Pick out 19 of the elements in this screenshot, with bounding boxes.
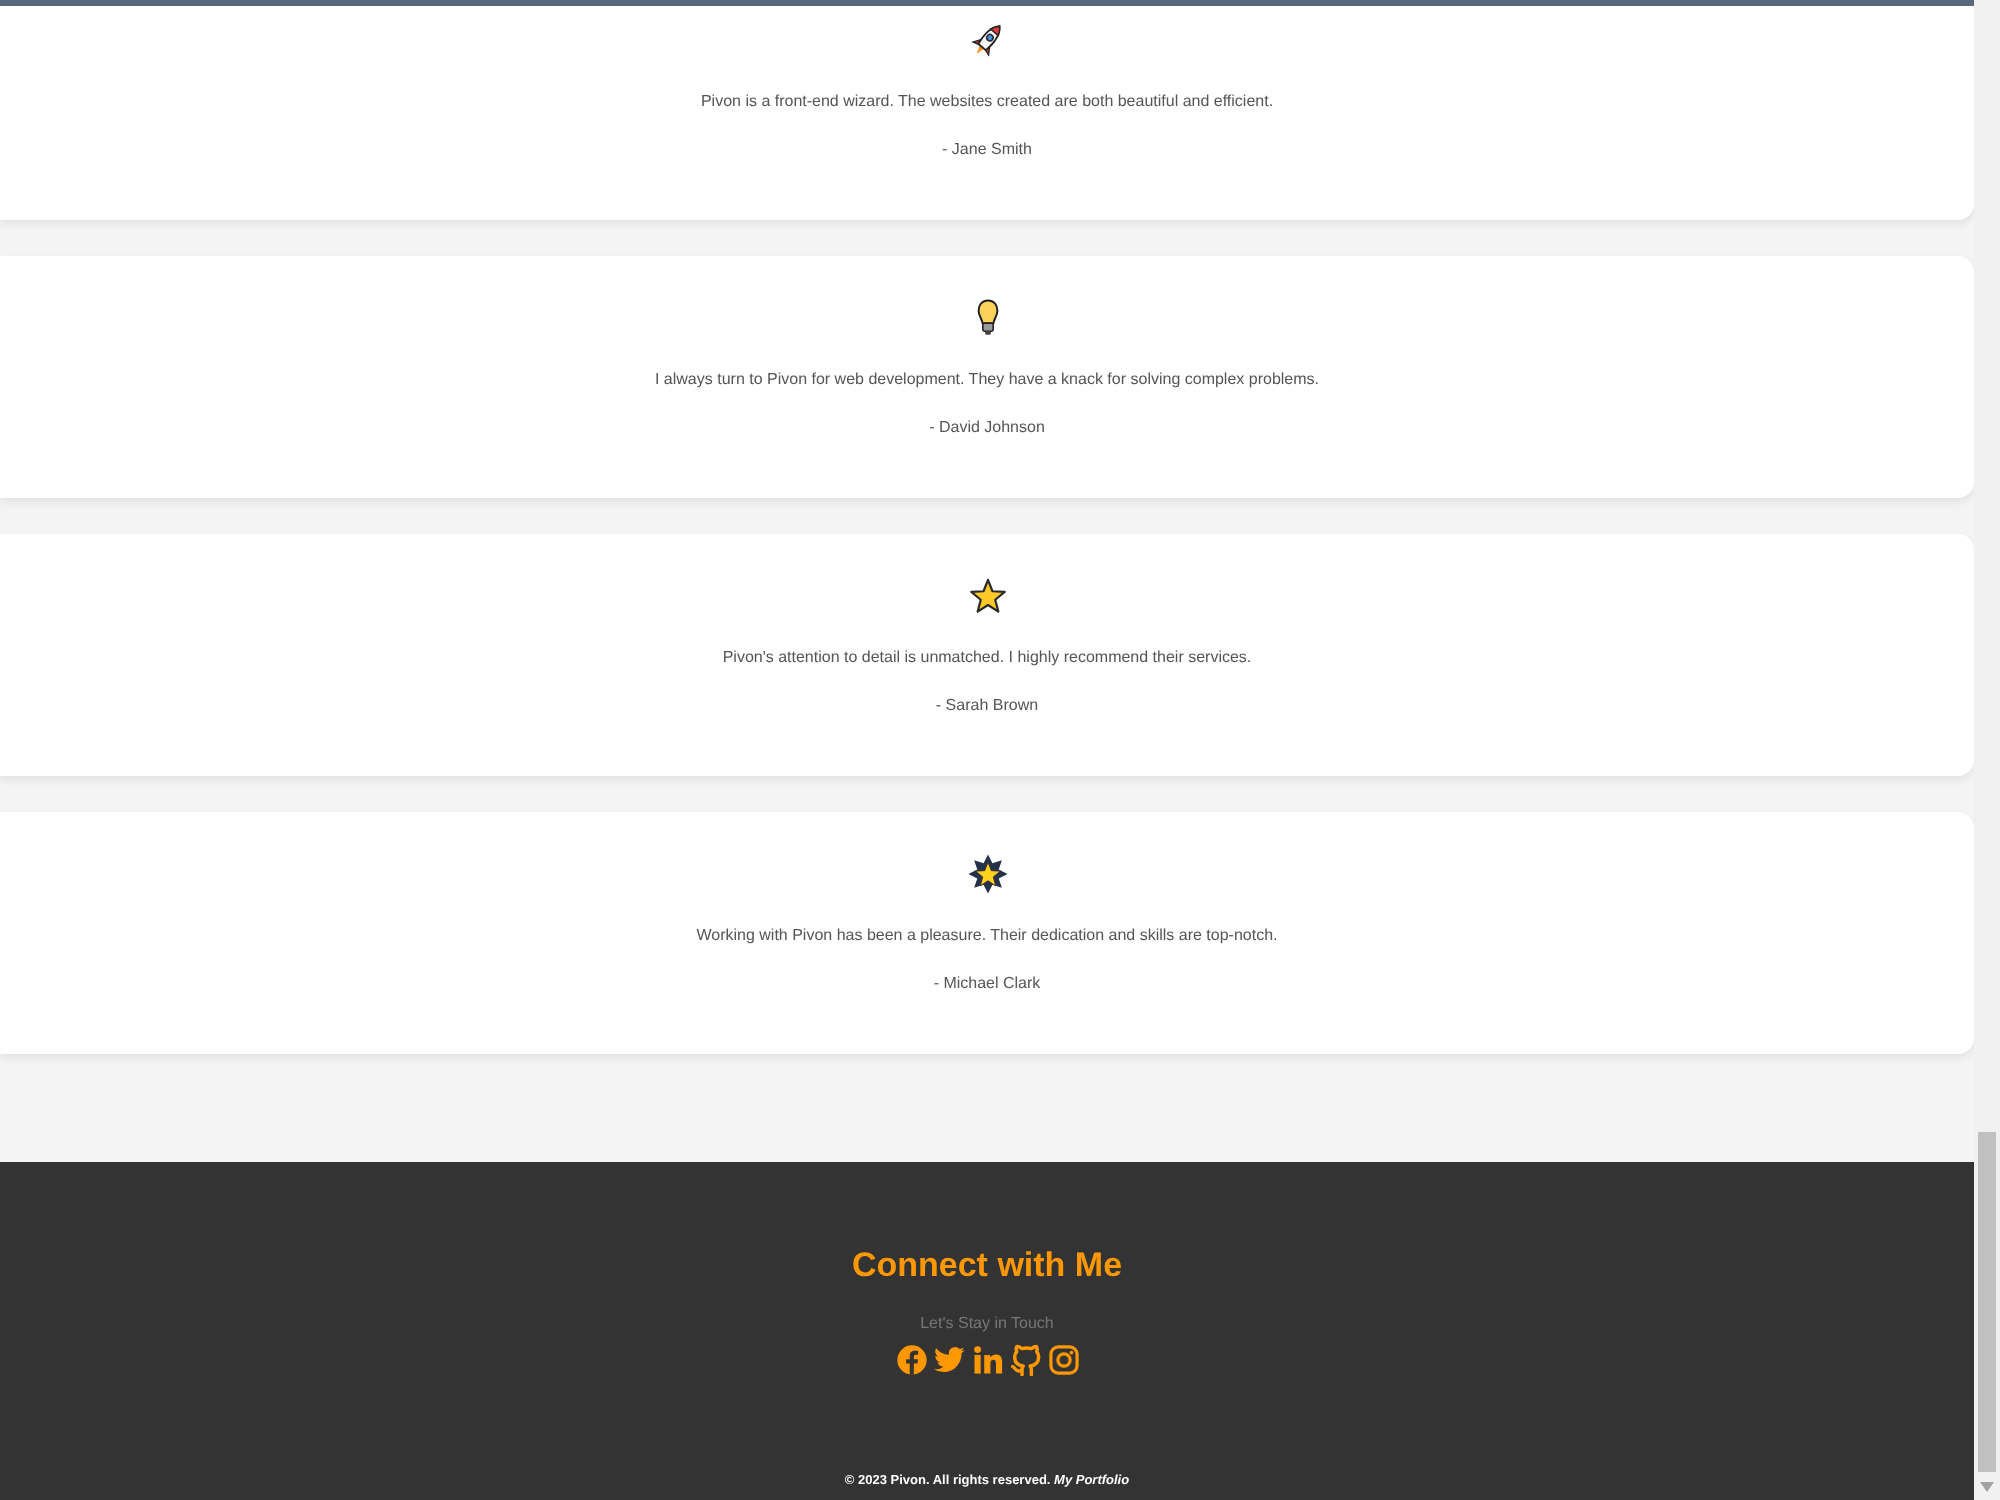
star-icon xyxy=(967,576,1007,616)
cat-icon[interactable] xyxy=(1009,1344,1041,1376)
starburst-icon xyxy=(967,854,1007,894)
camera-icon[interactable] xyxy=(1047,1344,1079,1376)
testimonial-author: - David Johnson xyxy=(929,416,1045,440)
bird-icon[interactable] xyxy=(933,1344,965,1376)
testimonial-quote: Pivon is a front-end wizard. The websites created are both beautiful and efficient. xyxy=(700,90,1274,114)
in-logo-icon[interactable] xyxy=(971,1344,1003,1376)
footer-subtitle: Let's Stay in Touch xyxy=(920,1314,1054,1334)
scrollbar[interactable] xyxy=(1974,0,2000,1500)
testimonial-author: - Jane Smith xyxy=(942,138,1032,162)
testimonial-quote: Working with Pivon has been a pleasure. Their dedication and skills are top-notch. xyxy=(696,924,1278,948)
testimonial-quote: I always turn to Pivon for web development. They have a knack for solving complex problems. xyxy=(654,368,1319,392)
footer-title: Connect with Me xyxy=(851,1244,1123,1288)
scrollbar-thumb[interactable] xyxy=(1978,1132,1996,1472)
testimonial-quote: Pivon's attention to detail is unmatched. I highly recommend their services. xyxy=(722,646,1252,670)
testimonial-author: - Sarah Brown xyxy=(935,694,1039,718)
circle-f-icon[interactable] xyxy=(895,1344,927,1376)
testimonial-author: - Michael Clark xyxy=(933,972,1041,996)
